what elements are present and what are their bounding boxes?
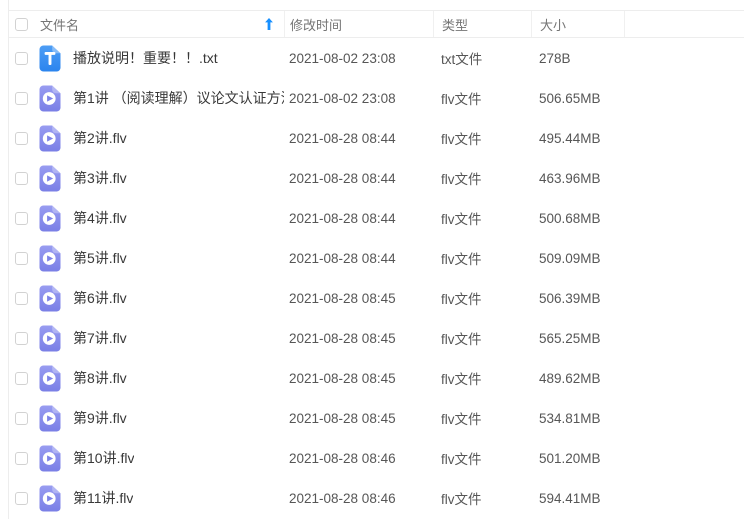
row-checkbox[interactable] [15, 372, 28, 385]
file-modified-time: 2021-08-02 23:08 [284, 91, 433, 106]
file-row[interactable]: 第9讲.flv 2021-08-28 08:45 flv文件 534.81MB [9, 398, 744, 438]
file-name[interactable]: 第3讲.flv [73, 168, 127, 188]
sort-ascending-icon[interactable] [264, 18, 274, 30]
file-name[interactable]: 第5讲.flv [73, 248, 127, 268]
row-checkbox[interactable] [15, 412, 28, 425]
file-name[interactable]: 第4讲.flv [73, 208, 127, 228]
video-file-icon [39, 405, 61, 432]
file-name[interactable]: 第9讲.flv [73, 408, 127, 428]
file-modified-time: 2021-08-28 08:45 [284, 291, 433, 306]
row-checkbox[interactable] [15, 92, 28, 105]
file-row[interactable]: 第3讲.flv 2021-08-28 08:44 flv文件 463.96MB [9, 158, 744, 198]
file-size: 509.09MB [531, 251, 624, 266]
video-file-icon [39, 325, 61, 352]
text-file-icon [39, 45, 61, 72]
file-modified-time: 2021-08-28 08:44 [284, 171, 433, 186]
file-name[interactable]: 第8讲.flv [73, 368, 127, 388]
file-name[interactable]: 播放说明！重要！！.txt [73, 48, 218, 68]
file-modified-time: 2021-08-28 08:46 [284, 491, 433, 506]
video-file-icon [39, 125, 61, 152]
column-header-filename[interactable]: 文件名 [9, 11, 284, 37]
file-modified-time: 2021-08-28 08:44 [284, 211, 433, 226]
top-spacer [9, 0, 744, 10]
table-header-row: 文件名 修改时间 类型 大小 [9, 10, 744, 38]
file-name[interactable]: 第2讲.flv [73, 128, 127, 148]
row-checkbox[interactable] [15, 292, 28, 305]
file-row[interactable]: 第7讲.flv 2021-08-28 08:45 flv文件 565.25MB [9, 318, 744, 358]
file-type: flv文件 [433, 288, 531, 308]
file-row[interactable]: 第8讲.flv 2021-08-28 08:45 flv文件 489.62MB [9, 358, 744, 398]
row-checkbox[interactable] [15, 52, 28, 65]
file-size: 500.68MB [531, 211, 624, 226]
file-size: 495.44MB [531, 131, 624, 146]
file-type: flv文件 [433, 168, 531, 188]
file-table-body: 播放说明！重要！！.txt 2021-08-02 23:08 txt文件 278… [9, 38, 744, 518]
video-file-icon [39, 445, 61, 472]
column-header-size[interactable]: 大小 [531, 11, 624, 37]
file-size: 463.96MB [531, 171, 624, 186]
file-row[interactable]: 第4讲.flv 2021-08-28 08:44 flv文件 500.68MB [9, 198, 744, 238]
file-row[interactable]: 第2讲.flv 2021-08-28 08:44 flv文件 495.44MB [9, 118, 744, 158]
video-file-icon [39, 285, 61, 312]
file-type: flv文件 [433, 328, 531, 348]
video-file-icon [39, 485, 61, 512]
row-checkbox[interactable] [15, 492, 28, 505]
file-type: flv文件 [433, 208, 531, 228]
file-row[interactable]: 第1讲 （阅读理解）议论文认证方法... 2021-08-02 23:08 fl… [9, 78, 744, 118]
file-modified-time: 2021-08-28 08:45 [284, 331, 433, 346]
file-type: flv文件 [433, 448, 531, 468]
file-name[interactable]: 第7讲.flv [73, 328, 127, 348]
file-modified-time: 2021-08-28 08:44 [284, 251, 433, 266]
video-file-icon [39, 365, 61, 392]
file-modified-time: 2021-08-28 08:45 [284, 371, 433, 386]
file-type: flv文件 [433, 248, 531, 268]
file-row[interactable]: 第11讲.flv 2021-08-28 08:46 flv文件 594.41MB [9, 478, 744, 518]
file-list-panel: 文件名 修改时间 类型 大小 [8, 0, 744, 519]
file-type: flv文件 [433, 368, 531, 388]
video-file-icon [39, 205, 61, 232]
file-type: txt文件 [433, 48, 531, 68]
column-header-type[interactable]: 类型 [433, 11, 531, 37]
file-name[interactable]: 第6讲.flv [73, 288, 127, 308]
select-all-checkbox[interactable] [15, 18, 28, 31]
file-size: 506.39MB [531, 291, 624, 306]
file-modified-time: 2021-08-28 08:45 [284, 411, 433, 426]
file-type: flv文件 [433, 128, 531, 148]
file-size: 594.41MB [531, 491, 624, 506]
column-header-filename-label[interactable]: 文件名 [40, 15, 79, 34]
file-row[interactable]: 第6讲.flv 2021-08-28 08:45 flv文件 506.39MB [9, 278, 744, 318]
row-checkbox[interactable] [15, 172, 28, 185]
file-size: 489.62MB [531, 371, 624, 386]
file-modified-time: 2021-08-28 08:44 [284, 131, 433, 146]
video-file-icon [39, 245, 61, 272]
file-type: flv文件 [433, 408, 531, 428]
row-checkbox[interactable] [15, 332, 28, 345]
file-type: flv文件 [433, 88, 531, 108]
column-header-modified[interactable]: 修改时间 [284, 11, 433, 37]
file-type: flv文件 [433, 488, 531, 508]
file-size: 565.25MB [531, 331, 624, 346]
row-checkbox[interactable] [15, 452, 28, 465]
row-checkbox[interactable] [15, 252, 28, 265]
file-row[interactable]: 第10讲.flv 2021-08-28 08:46 flv文件 501.20MB [9, 438, 744, 478]
file-size: 278B [531, 51, 624, 66]
file-name[interactable]: 第10讲.flv [73, 448, 134, 468]
file-size: 501.20MB [531, 451, 624, 466]
row-checkbox[interactable] [15, 132, 28, 145]
file-row[interactable]: 播放说明！重要！！.txt 2021-08-02 23:08 txt文件 278… [9, 38, 744, 78]
file-name[interactable]: 第1讲 （阅读理解）议论文认证方法... [73, 88, 284, 108]
file-row[interactable]: 第5讲.flv 2021-08-28 08:44 flv文件 509.09MB [9, 238, 744, 278]
file-modified-time: 2021-08-02 23:08 [284, 51, 433, 66]
video-file-icon [39, 85, 61, 112]
video-file-icon [39, 165, 61, 192]
file-modified-time: 2021-08-28 08:46 [284, 451, 433, 466]
file-size: 506.65MB [531, 91, 624, 106]
file-name[interactable]: 第11讲.flv [73, 488, 133, 508]
column-header-actions [624, 11, 744, 37]
file-size: 534.81MB [531, 411, 624, 426]
row-checkbox[interactable] [15, 212, 28, 225]
